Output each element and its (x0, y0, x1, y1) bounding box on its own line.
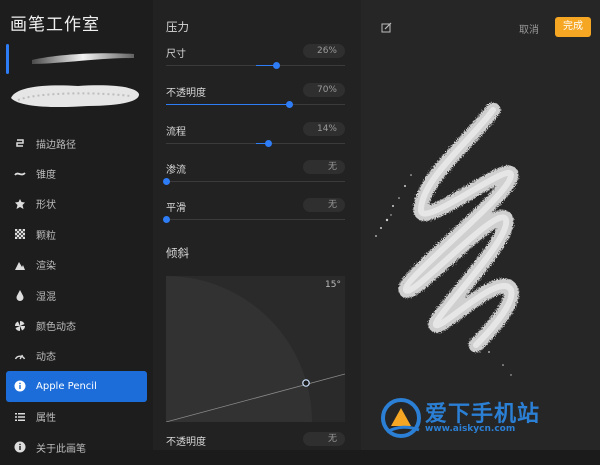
cancel-button[interactable]: 取消 (519, 21, 539, 36)
edit-icon[interactable] (381, 22, 392, 33)
brush-stroke-preview (375, 102, 519, 376)
size-label: 尺寸 (166, 49, 186, 60)
sidebar-item-label: 属性 (36, 413, 56, 425)
grain-icon (14, 228, 26, 240)
sidebar-item-label: 颗粒 (36, 230, 56, 242)
flow-row: 流程 14% (166, 122, 345, 155)
opacity-value[interactable]: 70% (303, 83, 345, 97)
sidebar-item-wet-mix[interactable]: 湿混 (0, 280, 153, 310)
size-slider[interactable] (166, 62, 345, 69)
sidebar-item-label: 描边路径 (36, 139, 76, 151)
sidebar-item-label: 渲染 (36, 261, 56, 273)
sidebar-item-label: 关于此画笔 (36, 443, 86, 455)
smoothing-slider-knob[interactable] (162, 216, 170, 223)
sidebar-item-color-dynamics[interactable]: 颜色动态 (0, 310, 153, 340)
brush-preview-stroke[interactable] (28, 46, 138, 68)
tilt-opacity-label: 不透明度 (166, 437, 206, 448)
sidebar-item-label: 湿混 (36, 291, 56, 303)
tilt-section-title: 倾斜 (166, 246, 189, 260)
watermark: 爱下手机站 www.aiskycn.com (379, 396, 600, 440)
watermark-url: www.aiskycn.com (425, 424, 516, 434)
sidebar-item-grain[interactable]: 颗粒 (0, 219, 153, 249)
info-icon (14, 441, 26, 453)
app-title: 画笔工作室 (10, 15, 100, 35)
shape-icon (14, 198, 26, 210)
properties-icon (14, 411, 26, 423)
sidebar-item-shape[interactable]: 形状 (0, 189, 153, 219)
smoothing-label: 平滑 (166, 203, 186, 214)
sidebar-item-dynamics[interactable]: 动态 (0, 341, 153, 371)
sidebar-item-render[interactable]: 渲染 (0, 250, 153, 280)
pressure-section-title: 压力 (166, 20, 189, 34)
bleed-slider-knob[interactable] (162, 178, 170, 185)
settings-panel: 压力 尺寸 26% 不透明度 70% 流程 14% 渗流 无 平滑 无 倾斜 1… (153, 0, 361, 450)
bleed-label: 渗流 (166, 165, 186, 176)
color-dynamics-icon (14, 320, 26, 332)
smoothing-slider[interactable] (162, 216, 345, 223)
bleed-value[interactable]: 无 (303, 160, 345, 174)
pencil-icon (14, 380, 26, 392)
selected-preview-indicator (6, 44, 9, 74)
flow-value[interactable]: 14% (303, 122, 345, 136)
tilt-graph-drawing (166, 276, 345, 422)
sidebar-item-label: Apple Pencil (36, 380, 97, 392)
render-icon (14, 259, 26, 271)
opacity-label: 不透明度 (166, 88, 206, 99)
wet-mix-icon (14, 289, 26, 302)
done-button[interactable]: 完成 (555, 17, 591, 37)
brush-preview-blob[interactable] (8, 78, 142, 112)
taper-icon (14, 168, 26, 180)
tilt-degree-label: 15° (325, 280, 341, 290)
opacity-row: 不透明度 70% (166, 83, 345, 116)
flow-slider[interactable] (166, 140, 345, 147)
sidebar-item-taper[interactable]: 锥度 (0, 158, 153, 188)
size-row: 尺寸 26% (166, 44, 345, 77)
opacity-slider-knob[interactable] (286, 101, 293, 108)
sidebar: 画笔工作室 描边路径 锥度 形状 颗粒 渲染 湿混 颜色动态 动态 Apple … (0, 0, 154, 455)
sidebar-nav: 描边路径 锥度 形状 颗粒 渲染 湿混 颜色动态 动态 Apple Pencil… (0, 128, 153, 462)
sidebar-item-label: 动态 (36, 352, 56, 364)
sidebar-item-about[interactable]: 关于此画笔 (0, 432, 153, 462)
size-slider-knob[interactable] (273, 62, 281, 69)
watermark-logo (381, 398, 421, 438)
dynamics-icon (14, 350, 26, 362)
bleed-row: 渗流 无 (162, 160, 345, 193)
smoothing-value[interactable]: 无 (303, 198, 345, 212)
tilt-opacity-value[interactable]: 无 (303, 432, 345, 446)
flow-label: 流程 (166, 127, 186, 138)
sidebar-item-stroke-path[interactable]: 描边路径 (0, 128, 153, 158)
sidebar-item-apple-pencil[interactable]: Apple Pencil (6, 371, 147, 402)
tilt-opacity-row: 不透明度 无 (166, 432, 345, 465)
opacity-slider-fill (166, 104, 290, 105)
sidebar-item-label: 锥度 (36, 170, 56, 182)
stroke-path-icon (14, 137, 26, 149)
sidebar-item-properties[interactable]: 属性 (0, 402, 153, 432)
tilt-graph[interactable]: 15° (166, 276, 345, 422)
drawing-pad[interactable]: 取消 完成 爱下手机站 www.aiskycn.com (361, 0, 600, 450)
opacity-slider[interactable] (166, 101, 345, 108)
sidebar-item-label: 形状 (36, 200, 56, 212)
sidebar-item-label: 颜色动态 (36, 322, 76, 334)
size-value[interactable]: 26% (303, 44, 345, 58)
flow-slider-knob[interactable] (264, 140, 272, 147)
smoothing-row: 平滑 无 (162, 198, 345, 231)
bleed-slider[interactable] (162, 178, 345, 185)
